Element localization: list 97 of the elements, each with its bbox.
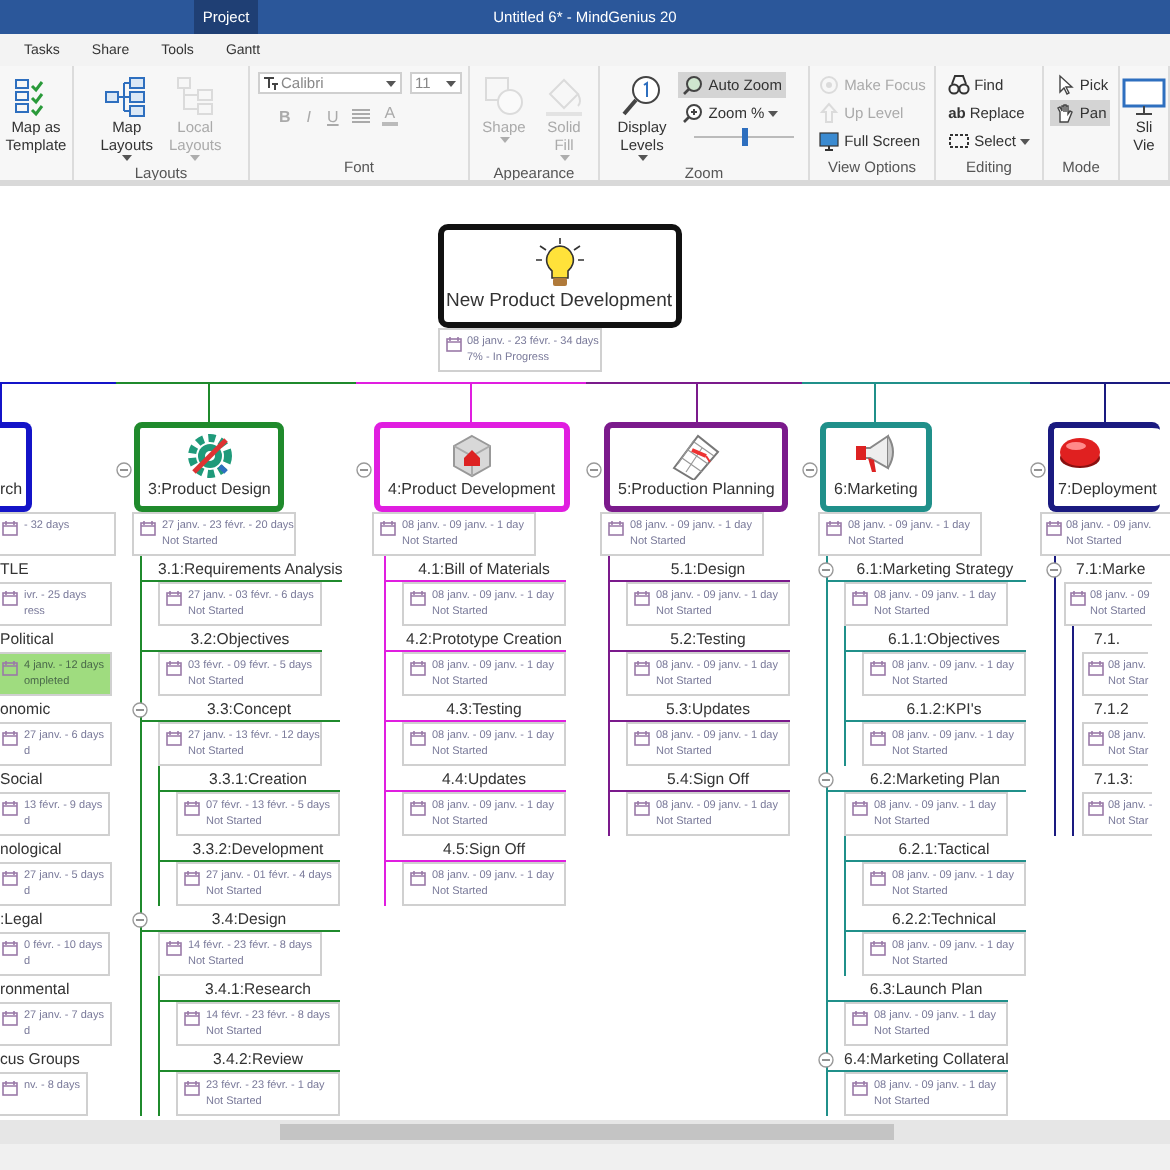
- collapse-icon[interactable]: [818, 772, 834, 788]
- branch-topic[interactable]: 6:Marketing: [820, 422, 932, 512]
- topic-title: 4:Product Development: [388, 480, 556, 498]
- calendar-icon: [634, 660, 650, 676]
- calendar-icon: [634, 590, 650, 606]
- megaphone-icon: [851, 432, 900, 476]
- branch-topic[interactable]: 7:Deployment: [1048, 422, 1161, 512]
- calendar-icon: [870, 660, 886, 676]
- magnifier-icon: [620, 74, 664, 118]
- calendar-icon: [852, 800, 868, 816]
- calendar-icon: [2, 1010, 18, 1026]
- calendar-icon: [184, 800, 200, 816]
- branch-topic[interactable]: rch: [0, 422, 32, 512]
- gear-wrench-icon: [185, 432, 234, 480]
- layout-tree-icon: [104, 74, 149, 118]
- calendar-icon: [410, 800, 426, 816]
- calendar-icon: [410, 870, 426, 886]
- calendar-icon: [608, 520, 624, 536]
- topic-title: rch: [0, 480, 23, 498]
- font-type-icon: [263, 76, 277, 90]
- push-button-icon: [1058, 432, 1102, 472]
- calendar-icon: [1070, 590, 1086, 606]
- paint-bucket-icon: [542, 74, 586, 118]
- calendar-icon: [1088, 800, 1104, 816]
- calendar-icon: [826, 520, 842, 536]
- align-icon[interactable]: [352, 108, 371, 124]
- scrollbar-thumb[interactable]: [280, 1124, 894, 1140]
- collapse-icon[interactable]: [132, 702, 148, 718]
- layout-tree-icon: [173, 74, 218, 118]
- collapse-icon[interactable]: [818, 562, 834, 578]
- up-arrow-icon: [818, 102, 841, 124]
- calendar-icon: [634, 730, 650, 746]
- zoom-slider[interactable]: [694, 128, 795, 146]
- collapse-icon[interactable]: [586, 462, 602, 478]
- calendar-icon: [2, 800, 18, 816]
- lightbulb-icon: [535, 238, 583, 290]
- horizontal-scrollbar[interactable]: [0, 1120, 1170, 1144]
- topic-title: 5:Production Planning: [618, 480, 775, 498]
- collapse-icon[interactable]: [116, 462, 132, 478]
- calendar-icon: [1088, 730, 1104, 746]
- calendar-icon: [2, 1080, 18, 1096]
- calendar-icon: [166, 590, 182, 606]
- calendar-icon: [634, 800, 650, 816]
- topic-title: 7:Deployment: [1058, 480, 1157, 498]
- calendar-icon: [166, 940, 182, 956]
- calendar-icon: [870, 940, 886, 956]
- hand-icon: [1053, 102, 1076, 124]
- calendar-icon: [184, 870, 200, 886]
- calendar-icon: [410, 590, 426, 606]
- collapse-icon[interactable]: [818, 1052, 834, 1068]
- monitor-icon: [818, 130, 841, 152]
- collapse-icon[interactable]: [802, 462, 818, 478]
- calendar-icon: [166, 730, 182, 746]
- caret-icon: [385, 79, 395, 87]
- topic-title: 6:Marketing: [834, 480, 918, 498]
- cube-icon: [447, 432, 496, 480]
- zoom-in-icon: [682, 102, 705, 124]
- topic-title: 3:Product Design: [148, 480, 271, 498]
- calendar-icon: [852, 590, 868, 606]
- calendar-icon: [184, 1010, 200, 1026]
- slider-thumb[interactable]: [741, 128, 748, 146]
- calendar-icon: [166, 660, 182, 676]
- collapse-icon[interactable]: [1030, 462, 1046, 478]
- pointer-icon: [1053, 74, 1076, 96]
- caret-icon: [445, 79, 455, 87]
- calendar-icon: [2, 730, 18, 746]
- calendar-icon: [2, 590, 18, 606]
- collapse-icon[interactable]: [132, 912, 148, 928]
- zoom-icon: [682, 74, 705, 96]
- calendar-icon: [870, 870, 886, 886]
- calendar-icon: [445, 336, 461, 352]
- calendar-icon: [2, 660, 18, 676]
- topic-title: New Product Development: [446, 290, 672, 312]
- central-topic[interactable]: New Product Development: [437, 224, 681, 328]
- branch-topic[interactable]: 4:Product Development: [374, 422, 570, 512]
- dashed-rectangle-icon: [948, 130, 971, 152]
- calendar-icon: [2, 520, 18, 536]
- calendar-icon: [870, 730, 886, 746]
- branch-topic[interactable]: 5:Production Planning: [604, 422, 789, 512]
- calendar-icon: [410, 660, 426, 676]
- branch-topic[interactable]: 3:Product Design: [134, 422, 285, 512]
- calendar-icon: [410, 730, 426, 746]
- collapse-icon[interactable]: [356, 462, 372, 478]
- shapes-icon: [482, 74, 526, 118]
- calendar-icon: [184, 1080, 200, 1096]
- calendar-icon: [1046, 520, 1062, 536]
- calendar-icon: [852, 1080, 868, 1096]
- calendar-icon: [380, 520, 396, 536]
- binoculars-icon: [948, 74, 971, 96]
- calendar-icon: [140, 520, 156, 536]
- collapse-icon[interactable]: [1046, 562, 1062, 578]
- floor-plan-icon: [670, 432, 723, 480]
- calendar-icon: [1088, 660, 1104, 676]
- calendar-icon: [2, 870, 18, 886]
- target-icon: [818, 74, 841, 96]
- calendar-icon: [852, 1010, 868, 1026]
- calendar-icon: [2, 940, 18, 956]
